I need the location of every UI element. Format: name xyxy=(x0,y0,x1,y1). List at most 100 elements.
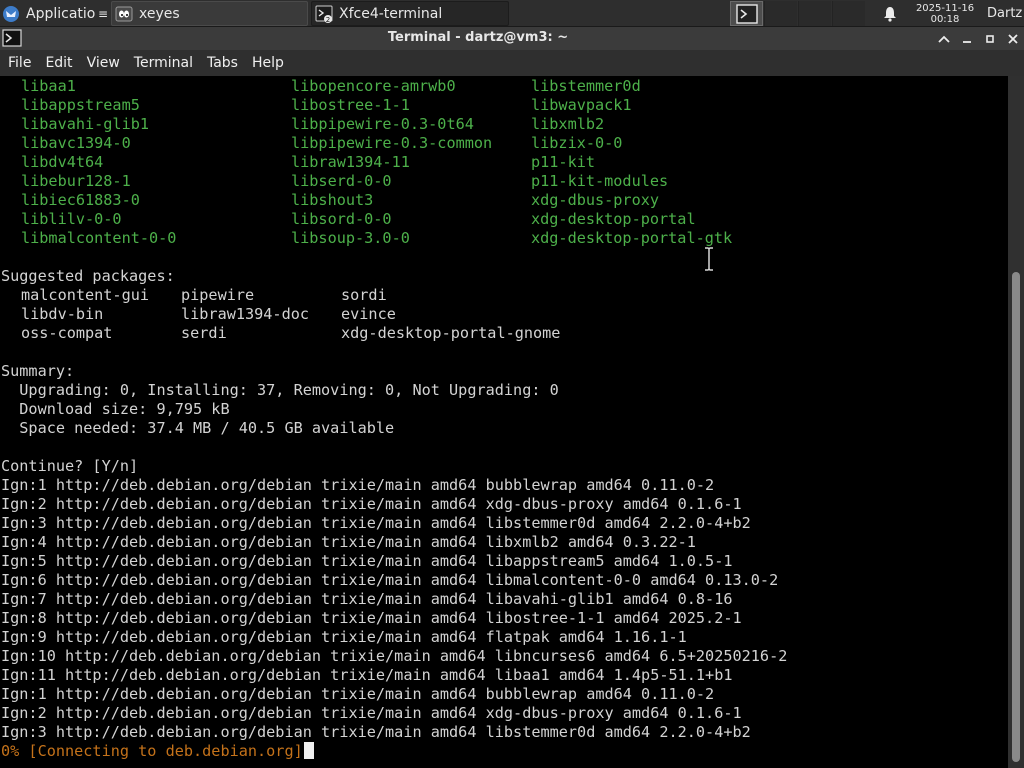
menu-view[interactable]: View xyxy=(80,55,127,71)
terminal-line: libebur128-1 libserd-0-0 p11-kit-modules xyxy=(1,172,668,191)
apt-ign-line: Ign:9 http://deb.debian.org/debian trixi… xyxy=(1,628,687,646)
terminal-line: libavc1394-0 libpipewire-0.3-common libz… xyxy=(1,134,622,153)
applications-menu-button[interactable]: Applications ≡ xyxy=(0,1,108,26)
workspace-button-3[interactable] xyxy=(798,1,831,26)
taskbar-label-xeyes: xeyes xyxy=(139,5,180,22)
package-name: liblilv-0-0 xyxy=(21,210,122,228)
continue-prompt: Continue? [Y/n] xyxy=(1,457,139,475)
bell-icon xyxy=(884,6,896,22)
package-name: libpipewire-0.3-common xyxy=(291,134,493,152)
package-name: libavc1394-0 xyxy=(21,134,131,152)
suggested-package: serdi xyxy=(181,324,227,342)
taskbar-button-terminal[interactable]: 2 Xfce4-terminal xyxy=(311,1,509,26)
terminal-line: oss-compat serdi xdg-desktop-portal-gnom… xyxy=(1,324,560,343)
minimize-icon xyxy=(963,40,971,43)
package-name: libshout3 xyxy=(291,191,374,209)
package-name: libzix-0-0 xyxy=(531,134,623,152)
package-name: libebur128-1 xyxy=(21,172,131,190)
clock-date: 2025-11-16 xyxy=(915,2,975,14)
apt-ign-line: Ign:3 http://deb.debian.org/debian trixi… xyxy=(1,514,751,532)
terminal-icon: 2 xyxy=(315,5,333,23)
maximize-button[interactable] xyxy=(980,29,1000,48)
apt-ign-line: Ign:8 http://deb.debian.org/debian trixi… xyxy=(1,609,742,627)
package-name: p11-kit xyxy=(531,153,596,171)
workspace-button-4[interactable] xyxy=(832,1,865,26)
xeyes-icon xyxy=(115,6,133,21)
package-name: libaa1 xyxy=(21,77,76,95)
apt-ign-line: Ign:4 http://deb.debian.org/debian trixi… xyxy=(1,533,696,551)
apt-ign-line: Ign:11 http://deb.debian.org/debian trix… xyxy=(1,666,733,684)
xfce-logo-icon xyxy=(3,5,19,22)
terminal-line: libiec61883-0 libshout3 xdg-dbus-proxy xyxy=(1,191,659,210)
suggested-package: oss-compat xyxy=(21,324,113,342)
text-cursor xyxy=(303,742,314,759)
close-icon xyxy=(1008,33,1018,44)
package-name: libappstream5 xyxy=(21,96,140,114)
suggested-package: malcontent-gui xyxy=(21,286,150,304)
package-name: libpipewire-0.3-0t64 xyxy=(291,115,474,133)
apt-ign-line: Ign:2 http://deb.debian.org/debian trixi… xyxy=(1,495,742,513)
apt-ign-line: Ign:3 http://deb.debian.org/debian trixi… xyxy=(1,723,751,741)
menu-help[interactable]: Help xyxy=(245,55,291,71)
package-name: p11-kit-modules xyxy=(531,172,669,190)
menu-bar: File Edit View Terminal Tabs Help xyxy=(0,50,1024,76)
apt-ign-line: Ign:5 http://deb.debian.org/debian trixi… xyxy=(1,552,733,570)
menu-tabs[interactable]: Tabs xyxy=(200,55,245,71)
user-menu-button[interactable]: Dartz xyxy=(987,1,1024,26)
vertical-scrollbar[interactable] xyxy=(1008,76,1024,768)
apt-ign-line: Ign:2 http://deb.debian.org/debian trixi… xyxy=(1,704,742,722)
package-name: libopencore-amrwb0 xyxy=(291,77,456,95)
window-count-badge: 2 xyxy=(326,15,330,22)
package-name: libsord-0-0 xyxy=(291,210,392,228)
notifications-button[interactable] xyxy=(880,1,900,26)
minimize-button[interactable] xyxy=(957,29,977,48)
apt-ign-line: Ign:7 http://deb.debian.org/debian trixi… xyxy=(1,590,733,608)
clock-time: 00:18 xyxy=(930,13,960,25)
user-name: Dartz xyxy=(987,6,1023,21)
summary-line: Space needed: 37.4 MB / 40.5 GB availabl… xyxy=(1,419,395,437)
terminal-line: libdv4t64 libraw1394-11 p11-kit xyxy=(1,153,595,172)
apt-ign-line: Ign:1 http://deb.debian.org/debian trixi… xyxy=(1,476,715,494)
apt-ign-line: Ign:10 http://deb.debian.org/debian trix… xyxy=(1,647,788,665)
suggested-header: Suggested packages: xyxy=(1,267,175,285)
terminal-launcher-button[interactable] xyxy=(730,1,763,26)
terminal-line: malcontent-gui pipewire sordi xyxy=(1,286,387,305)
package-name: libxmlb2 xyxy=(531,115,605,133)
apt-ign-line: Ign:1 http://deb.debian.org/debian trixi… xyxy=(1,685,715,703)
suggested-package: pipewire xyxy=(181,286,255,304)
terminal-line: liblilv-0-0 libsord-0-0 xdg-desktop-port… xyxy=(1,210,696,229)
suggested-package: evince xyxy=(341,305,396,323)
package-name: xdg-dbus-proxy xyxy=(531,191,660,209)
package-name: xdg-desktop-portal-gtk xyxy=(531,229,733,247)
package-name: libraw1394-11 xyxy=(291,153,410,171)
package-name: libostree-1-1 xyxy=(291,96,410,114)
package-name: libavahi-glib1 xyxy=(21,115,150,133)
top-panel: Applications ≡ xeyes 2 Xfce4-terminal xyxy=(0,0,1024,27)
scrollbar-thumb[interactable] xyxy=(1012,272,1020,762)
terminal-line: libavahi-glib1 libpipewire-0.3-0t64 libx… xyxy=(1,115,604,134)
maximize-icon xyxy=(986,34,994,43)
terminal-output[interactable]: libaa1 libopencore-amrwb0 libstemmer0d l… xyxy=(0,76,1008,768)
package-name: libsoup-3.0-0 xyxy=(291,229,410,247)
menu-file[interactable]: File xyxy=(1,55,38,71)
progress-text: 0% [Connecting to deb.debian.org] xyxy=(1,742,303,760)
shade-button[interactable] xyxy=(934,29,954,48)
progress-line: 0% [Connecting to deb.debian.org] xyxy=(1,742,314,761)
taskbar-button-xeyes[interactable]: xeyes xyxy=(111,1,308,26)
package-name: libiec61883-0 xyxy=(21,191,140,209)
clock[interactable]: 2025-11-16 00:18 xyxy=(908,1,982,26)
window-titlebar[interactable]: Terminal - dartz@vm3: ~ xyxy=(0,27,1024,50)
menu-edit[interactable]: Edit xyxy=(38,55,79,71)
suggested-package: libraw1394-doc xyxy=(181,305,310,323)
summary-line: Download size: 9,795 kB xyxy=(1,400,230,418)
package-name: libwavpack1 xyxy=(531,96,632,114)
menu-handle-icon: ≡ xyxy=(97,6,108,21)
apt-ign-line: Ign:6 http://deb.debian.org/debian trixi… xyxy=(1,571,779,589)
summary-line: Upgrading: 0, Installing: 37, Removing: … xyxy=(1,381,559,399)
menu-terminal[interactable]: Terminal xyxy=(127,55,200,71)
terminal-line: libdv-bin libraw1394-doc evince xyxy=(1,305,396,324)
workspace-button-2[interactable] xyxy=(764,1,797,26)
package-name: libstemmer0d xyxy=(531,77,641,95)
suggested-package: sordi xyxy=(341,286,387,304)
close-button[interactable] xyxy=(1003,29,1023,48)
